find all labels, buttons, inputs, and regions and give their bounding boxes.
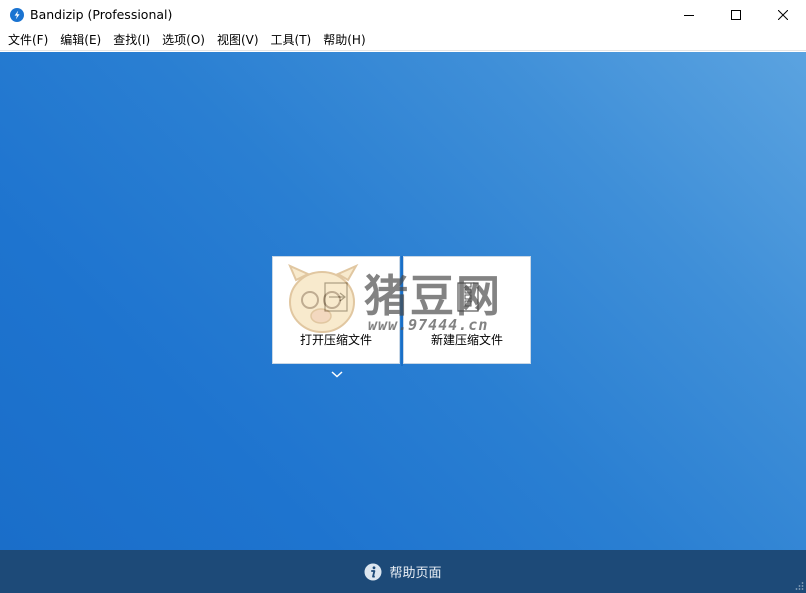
resize-grip-icon[interactable] (794, 581, 804, 591)
open-archive-button[interactable]: 打开压缩文件 (272, 256, 400, 378)
menu-bar: 文件(F) 编辑(E) 查找(I) 选项(O) 视图(V) 工具(T) 帮助(H… (0, 30, 806, 51)
close-button[interactable] (760, 0, 806, 30)
main-area: 打开压缩文件 新建压缩文件 猪豆网 www.97444.cn (0, 52, 806, 550)
maximize-icon (731, 10, 741, 20)
action-panel: 打开压缩文件 新建压缩文件 (272, 256, 533, 378)
new-archive-icon (457, 282, 479, 312)
open-archive-icon (324, 282, 348, 312)
help-page-label: 帮助页面 (389, 566, 442, 581)
open-archive-label: 打开压缩文件 (299, 333, 372, 347)
chevron-down-icon[interactable] (331, 369, 343, 379)
menu-options[interactable]: 选项(O) (156, 30, 211, 51)
help-bar: 帮助页面 (0, 550, 806, 593)
menu-view[interactable]: 视图(V) (211, 30, 265, 51)
minimize-icon (684, 15, 694, 16)
minimize-button[interactable] (666, 0, 712, 30)
bandizip-window: Bandizip (Professional) 文件(F) 编辑(E) 查找(I… (0, 0, 806, 593)
menu-help[interactable]: 帮助(H) (317, 30, 371, 51)
menu-tools[interactable]: 工具(T) (265, 30, 318, 51)
maximize-button[interactable] (713, 0, 759, 30)
info-icon (364, 563, 382, 580)
new-archive-button[interactable]: 新建压缩文件 (403, 256, 531, 364)
help-page-link[interactable]: 帮助页面 (364, 562, 442, 581)
menu-file[interactable]: 文件(F) (2, 30, 54, 51)
close-icon (778, 10, 788, 20)
menu-edit[interactable]: 编辑(E) (54, 30, 107, 51)
new-archive-label: 新建压缩文件 (430, 333, 503, 347)
window-title: Bandizip (Professional) (30, 7, 173, 22)
bandizip-app-icon (10, 8, 24, 22)
title-bar[interactable]: Bandizip (Professional) (0, 0, 806, 30)
menu-find[interactable]: 查找(I) (107, 30, 156, 51)
